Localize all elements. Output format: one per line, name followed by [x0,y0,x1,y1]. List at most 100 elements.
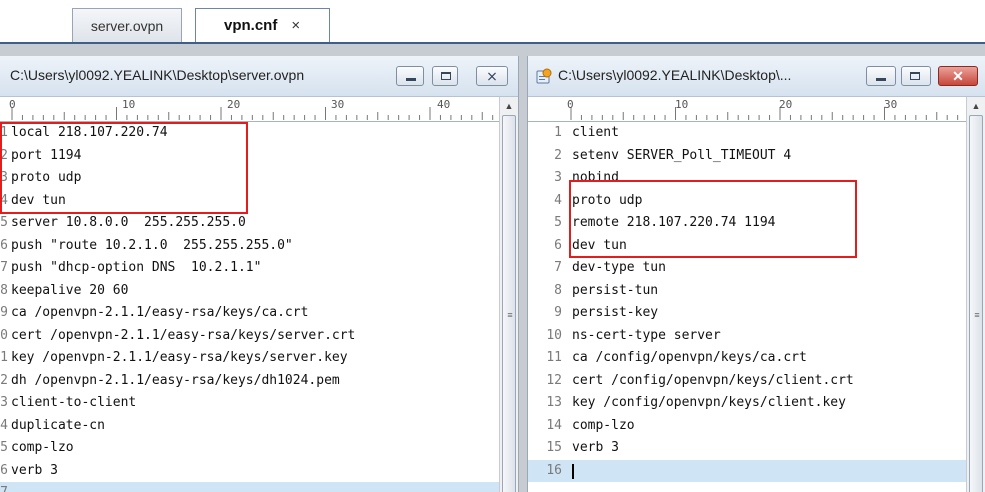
code-text: cert /config/openvpn/keys/client.crt [572,372,854,388]
code-text: dev-type tun [572,260,666,275]
code-line[interactable]: 3 nobind [528,167,967,190]
code-line[interactable]: 3 client-to-client [0,392,500,415]
code-line[interactable]: 4 dev tun [0,190,500,213]
line-number: 12 [546,372,562,388]
close-tab-icon[interactable]: × [291,17,300,34]
code-line[interactable]: 5 remote 218.107.220.74 1194 [528,212,967,235]
code-line[interactable]: 9 ca /openvpn-2.1.1/easy-rsa/keys/ca.crt [0,302,500,325]
code-line[interactable]: 8 keepalive 20 60 [0,280,500,303]
code-line[interactable]: 5 server 10.8.0.0 255.255.255.0 [0,212,500,235]
code-line[interactable]: 8 persist-tun [528,280,967,303]
close-button[interactable]: ✕ [938,66,978,86]
ruler-ticks [570,107,959,120]
scroll-thumb[interactable]: ≡ [969,115,983,492]
code-line[interactable]: 2 dh /openvpn-2.1.1/easy-rsa/keys/dh1024.… [0,370,500,393]
code-line[interactable]: 7 [0,482,500,492]
code-line[interactable]: 16 [528,459,967,482]
line-number: 3 [0,170,8,185]
code-text: key /openvpn-2.1.1/easy-rsa/keys/server.… [11,350,348,365]
code-text: cert /openvpn-2.1.1/easy-rsa/keys/server… [11,327,356,343]
line-number: 13 [546,395,562,410]
scroll-thumb[interactable]: ≡ [502,115,516,492]
code-text: ns-cert-type server [572,327,721,343]
code-text: verb 3 [11,462,58,478]
code-text: keepalive 20 60 [11,282,129,298]
code-line[interactable]: 4 proto udp [528,190,967,213]
code-text: ca /config/openvpn/keys/ca.crt [572,350,807,365]
scroll-up-icon[interactable]: ▲ [967,97,985,115]
code-line[interactable]: 5 comp-lzo [0,437,500,460]
vpn-cnf-window[interactable]: C:\Users\yl0092.YEALINK\Desktop\... ✕ 0 … [527,56,985,492]
code-line[interactable]: 6 dev tun [528,235,967,258]
line-number: 2 [554,147,562,163]
line-number: 15 [546,440,562,455]
code-line[interactable]: 6 verb 3 [0,460,500,483]
code-line[interactable]: 14 comp-lzo [528,415,967,438]
code-line[interactable]: 4 duplicate-cn [0,415,500,438]
code-line[interactable]: 2 setenv SERVER_Poll_TIMEOUT 4 [528,145,967,168]
ruler-label: 0 [9,98,16,111]
ruler-label: 30 [331,98,345,111]
line-number: 5 [554,215,562,230]
code-text: client [572,125,619,140]
ruler-label: 20 [779,98,793,111]
ruler-ticks [11,107,494,120]
code-line[interactable]: 1 client [528,122,967,145]
code-line[interactable]: 1 key /openvpn-2.1.1/easy-rsa/keys/server… [0,347,500,370]
ruler-label: 0 [567,98,574,111]
server-ovpn-window[interactable]: C:\Users\yl0092.YEALINK\Desktop\server.o… [0,56,519,492]
code-text: dh /openvpn-2.1.1/easy-rsa/keys/dh1024.p… [11,372,340,388]
tab-bar: server.ovpn vpn.cnf × [0,0,985,44]
grip-icon: ≡ [974,310,980,320]
close-icon: ✕ [952,68,964,84]
code-text: dev tun [11,192,66,208]
code-text: server 10.8.0.0 255.255.255.0 [11,215,246,230]
scroll-up-icon[interactable]: ▲ [500,97,518,115]
code-area[interactable]: 1 client 2 setenv SERVER_Poll_TIMEOUT 4 3 nob… [528,122,967,482]
code-line[interactable]: 15 verb 3 [528,437,967,460]
code-text: local 218.107.220.74 [11,125,168,140]
code-line[interactable]: 7 dev-type tun [528,257,967,280]
code-line[interactable]: 13 key /config/openvpn/keys/client.key [528,392,967,415]
code-text: ca /openvpn-2.1.1/easy-rsa/keys/ca.crt [11,305,309,320]
code-line[interactable]: 3 proto udp [0,167,500,190]
window-titlebar[interactable]: C:\Users\yl0092.YEALINK\Desktop\... ✕ [528,56,985,97]
text-editor[interactable]: 1 local 218.107.220.74 2 port 1194 3 proto ud… [0,122,500,492]
text-editor[interactable]: 1 client 2 setenv SERVER_Poll_TIMEOUT 4 3 nob… [528,122,967,492]
tab-label: server.ovpn [90,17,164,34]
code-text: dev tun [572,237,627,253]
tab-vpn-cnf[interactable]: vpn.cnf × [195,8,330,42]
code-area[interactable]: 1 local 218.107.220.74 2 port 1194 3 proto ud… [0,122,500,492]
maximize-button[interactable] [432,66,458,86]
column-ruler: 0 10 20 30 [528,97,967,122]
ruler-label: 20 [227,98,241,111]
code-line[interactable]: 10 ns-cert-type server [528,325,967,348]
code-line[interactable]: 11 ca /config/openvpn/keys/ca.crt [528,347,967,370]
vertical-scrollbar[interactable]: ▲ ≡ [966,97,985,492]
line-number: 8 [0,282,8,298]
window-title: C:\Users\yl0092.YEALINK\Desktop\server.o… [10,67,305,83]
line-number: 6 [0,462,8,478]
grip-icon: ≡ [507,310,513,320]
window-titlebar[interactable]: C:\Users\yl0092.YEALINK\Desktop\server.o… [0,56,518,97]
minimize-button[interactable] [396,66,424,86]
line-number: 3 [554,170,562,185]
code-line[interactable]: 6 push "route 10.2.1.0 255.255.255.0" [0,235,500,258]
code-line[interactable]: 7 push "dhcp-option DNS 10.2.1.1" [0,257,500,280]
vertical-scrollbar[interactable]: ▲ ≡ [499,97,518,492]
maximize-button[interactable] [901,66,931,86]
minimize-button[interactable] [866,66,896,86]
close-button[interactable]: ⨯ [476,66,508,86]
code-line[interactable]: 0 cert /openvpn-2.1.1/easy-rsa/keys/serve… [0,325,500,348]
code-line[interactable]: 9 persist-key [528,302,967,325]
text-caret [572,463,574,479]
code-line[interactable]: 12 cert /config/openvpn/keys/client.crt [528,370,967,393]
tab-server-ovpn[interactable]: server.ovpn [72,8,182,42]
line-number: 4 [0,417,8,433]
code-text: remote 218.107.220.74 1194 [572,215,776,230]
code-line[interactable]: 1 local 218.107.220.74 [0,122,500,145]
app-icon [536,68,552,84]
code-text: push "dhcp-option DNS 10.2.1.1" [11,260,262,275]
maximize-icon [910,72,920,80]
code-line[interactable]: 2 port 1194 [0,145,500,168]
